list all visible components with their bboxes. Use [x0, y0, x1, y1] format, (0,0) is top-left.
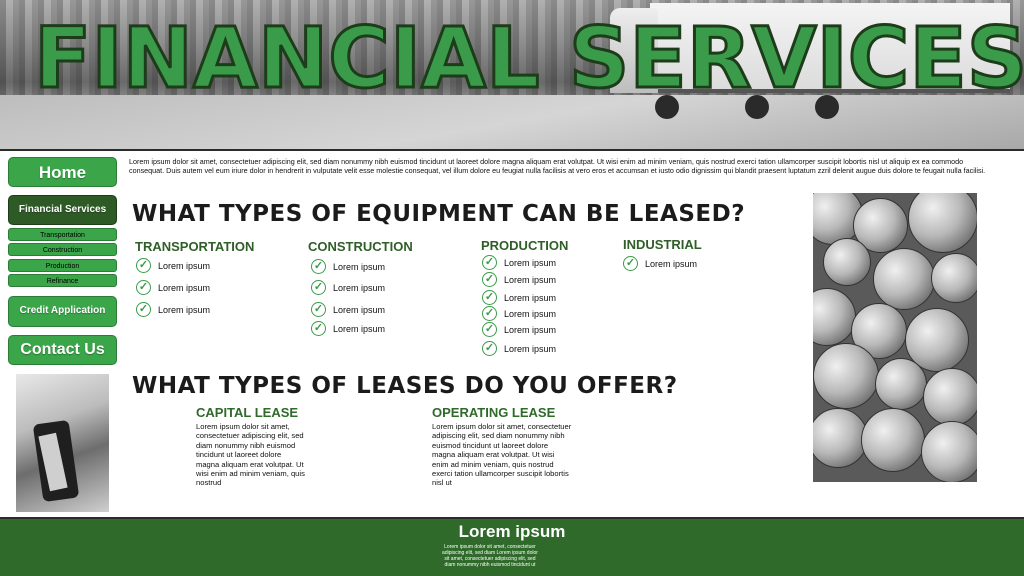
operating-lease-body: Lorem ipsum dolor sit amet, consectetuer…: [432, 422, 572, 488]
category-production: PRODUCTION: [481, 238, 569, 253]
intro-paragraph: Lorem ipsum dolor sit amet, consectetuer…: [129, 157, 986, 176]
list-item: ✓ Lorem ipsum: [623, 256, 697, 271]
footer-text: Lorem ipsum dolor sit amet, consectetuer…: [442, 544, 538, 568]
wallet-photo: [16, 374, 109, 512]
check-circle-icon: ✓: [136, 280, 151, 295]
check-circle-icon: ✓: [482, 272, 497, 287]
list-item: ✓ Lorem ipsum: [482, 255, 556, 270]
list-item: ✓ Lorem ipsum: [311, 259, 385, 274]
list-item: ✓ Lorem ipsum: [482, 290, 556, 305]
list-item: ✓ Lorem ipsum: [311, 302, 385, 317]
nav-home-button[interactable]: Home: [8, 157, 117, 187]
nav-sub-transportation[interactable]: Transportation: [8, 228, 117, 241]
nav-sub-refinance[interactable]: Refinance: [8, 274, 117, 287]
list-item: ✓ Lorem ipsum: [136, 302, 210, 317]
nav-sub-production[interactable]: Production: [8, 259, 117, 272]
nav-financial-services-button[interactable]: Financial Services: [8, 195, 117, 225]
page-title: FINANCIAL SERVICES: [33, 8, 1024, 109]
capital-lease-title: CAPITAL LEASE: [196, 405, 299, 420]
check-circle-icon: ✓: [311, 259, 326, 274]
list-item: ✓ Lorem ipsum: [311, 321, 385, 336]
capital-lease-body: Lorem ipsum dolor sit amet, consectetuer…: [196, 422, 305, 488]
check-circle-icon: ✓: [311, 321, 326, 336]
operating-lease-title: OPERATING LEASE: [432, 405, 556, 420]
check-circle-icon: ✓: [136, 302, 151, 317]
check-circle-icon: ✓: [136, 258, 151, 273]
list-item: ✓ Lorem ipsum: [136, 258, 210, 273]
list-item: ✓ Lorem ipsum: [482, 272, 556, 287]
list-item: ✓ Lorem ipsum: [482, 341, 556, 356]
header-divider: [0, 149, 1024, 151]
coins-photo: [813, 193, 977, 482]
category-construction: CONSTRUCTION: [308, 239, 413, 254]
category-transportation: TRANSPORTATION: [135, 239, 255, 254]
leases-heading: WHAT TYPES OF LEASES DO YOU OFFER?: [132, 373, 678, 399]
check-circle-icon: ✓: [482, 306, 497, 321]
check-circle-icon: ✓: [482, 255, 497, 270]
header-banner: FINANCIAL SERVICES: [0, 0, 1024, 150]
check-circle-icon: ✓: [623, 256, 638, 271]
list-item: ✓ Lorem ipsum: [482, 306, 556, 321]
check-circle-icon: ✓: [482, 341, 497, 356]
nav-contact-us-button[interactable]: Contact Us: [8, 335, 117, 365]
nav-sub-construction[interactable]: Construction: [8, 243, 117, 256]
check-circle-icon: ✓: [311, 302, 326, 317]
check-circle-icon: ✓: [482, 322, 497, 337]
check-circle-icon: ✓: [311, 280, 326, 295]
equipment-heading: WHAT TYPES OF EQUIPMENT CAN BE LEASED?: [132, 201, 746, 227]
footer-title: Lorem ipsum: [458, 522, 566, 541]
category-industrial: INDUSTRIAL: [623, 237, 702, 252]
nav-credit-application-button[interactable]: Credit Application: [8, 296, 117, 327]
check-circle-icon: ✓: [482, 290, 497, 305]
list-item: ✓ Lorem ipsum: [136, 280, 210, 295]
list-item: ✓ Lorem ipsum: [482, 322, 556, 337]
list-item: ✓ Lorem ipsum: [311, 280, 385, 295]
